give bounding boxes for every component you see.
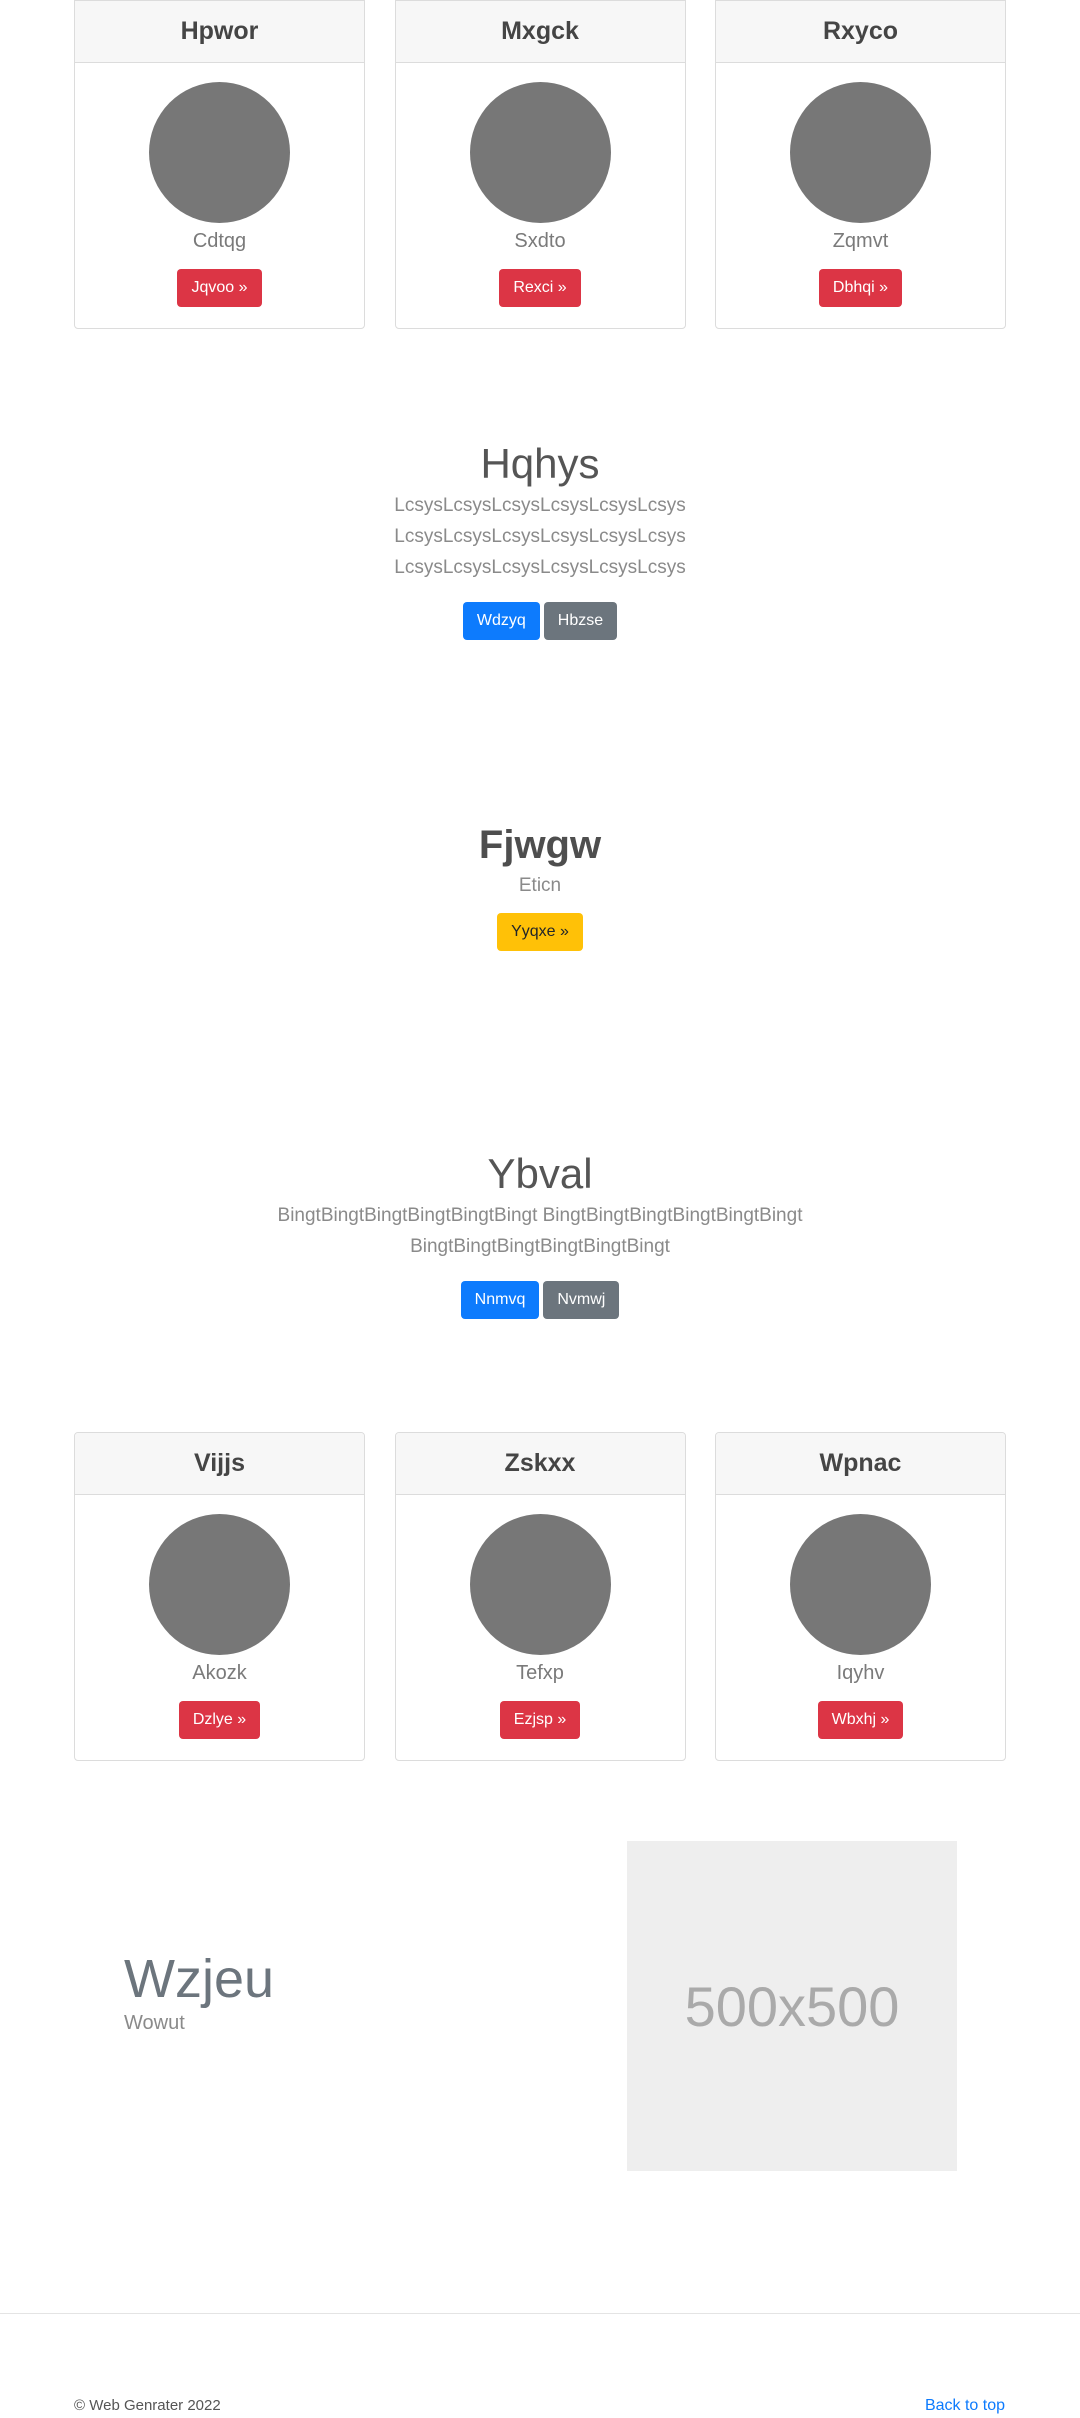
- jumbotron-hqhys: Hqhys LcsysLcsysLcsysLcsysLcsysLcsys Lcs…: [0, 438, 1080, 640]
- avatar: [149, 1514, 290, 1655]
- card-row-top: Hpwor Cdtqg Jqvoo » Mxgck Sxdto Rexci » …: [74, 0, 1006, 329]
- card-title: Wpnac: [716, 1433, 1005, 1495]
- card-button[interactable]: Wbxhj »: [817, 1701, 904, 1739]
- card: Rxyco Zqmvt Dbhqi »: [715, 0, 1006, 329]
- card-button[interactable]: Jqvoo »: [177, 269, 262, 307]
- secondary-button[interactable]: Nvmwj: [543, 1281, 620, 1319]
- jumbotron-lead: BingtBingtBingtBingtBingtBingt BingtBing…: [277, 1205, 803, 1257]
- jumbotron-lead: LcsysLcsysLcsysLcsysLcsysLcsys LcsysLcsy…: [394, 495, 686, 578]
- card-text: Cdtqg: [192, 230, 247, 252]
- card-button[interactable]: Dzlye »: [178, 1701, 261, 1739]
- card-text: Iqyhv: [836, 1662, 885, 1684]
- primary-button[interactable]: Nnmvq: [460, 1281, 540, 1319]
- card: Mxgck Sxdto Rexci »: [394, 0, 686, 329]
- card: Vijjs Akozk Dzlye »: [74, 1432, 365, 1761]
- feature-button[interactable]: Yyqxe »: [497, 913, 583, 951]
- avatar: [790, 1514, 931, 1655]
- footer-copyright: © Web Genrater 2022: [74, 2397, 221, 2414]
- card-title: Hpwor: [75, 1, 364, 63]
- jumbotron-ybval: Ybval BingtBingtBingtBingtBingtBingt Bin…: [0, 1148, 1080, 1319]
- card-text: Akozk: [192, 1662, 247, 1684]
- card-button[interactable]: Ezjsp »: [499, 1701, 581, 1739]
- footer-divider: [0, 2313, 1080, 2314]
- card-text: Sxdto: [514, 230, 566, 252]
- card: Hpwor Cdtqg Jqvoo »: [74, 0, 365, 329]
- feature-section: Fjwgw Eticn Yyqxe »: [0, 821, 1080, 951]
- card-title: Rxyco: [716, 1, 1005, 63]
- avatar: [469, 82, 611, 223]
- primary-button[interactable]: Wdzyq: [462, 602, 540, 640]
- card: Zskxx Tefxp Ezjsp »: [394, 1432, 686, 1761]
- jumbotron-title: Hqhys: [480, 440, 600, 487]
- back-to-top-link[interactable]: Back to top: [925, 2396, 1005, 2416]
- card-button[interactable]: Rexci »: [499, 269, 581, 307]
- card-text: Zqmvt: [832, 230, 889, 252]
- card-row-bottom: Vijjs Akozk Dzlye » Zskxx Tefxp Ezjsp » …: [74, 1432, 1006, 1761]
- avatar: [790, 82, 931, 223]
- placeholder-image: 500x500: [627, 1841, 957, 2171]
- secondary-button[interactable]: Hbzse: [543, 602, 618, 640]
- card: Wpnac Iqyhv Wbxhj »: [715, 1432, 1006, 1761]
- hero-title: Wzjeu: [124, 1949, 275, 2009]
- card-button[interactable]: Dbhqi »: [818, 269, 903, 307]
- hero-text: Wzjeu Wowut: [124, 1948, 274, 2036]
- card-text: Tefxp: [516, 1662, 564, 1684]
- avatar: [149, 82, 290, 223]
- jumbotron-title: Ybval: [487, 1150, 593, 1197]
- placeholder-label: 500x500: [684, 1974, 900, 2038]
- feature-title: Fjwgw: [478, 823, 602, 867]
- card-title: Zskxx: [395, 1433, 685, 1495]
- avatar: [469, 1514, 611, 1655]
- card-title: Mxgck: [395, 1, 685, 63]
- card-title: Vijjs: [75, 1433, 364, 1495]
- hero-subtitle: Wowut: [124, 2012, 185, 2034]
- feature-subtitle: Eticn: [518, 875, 562, 896]
